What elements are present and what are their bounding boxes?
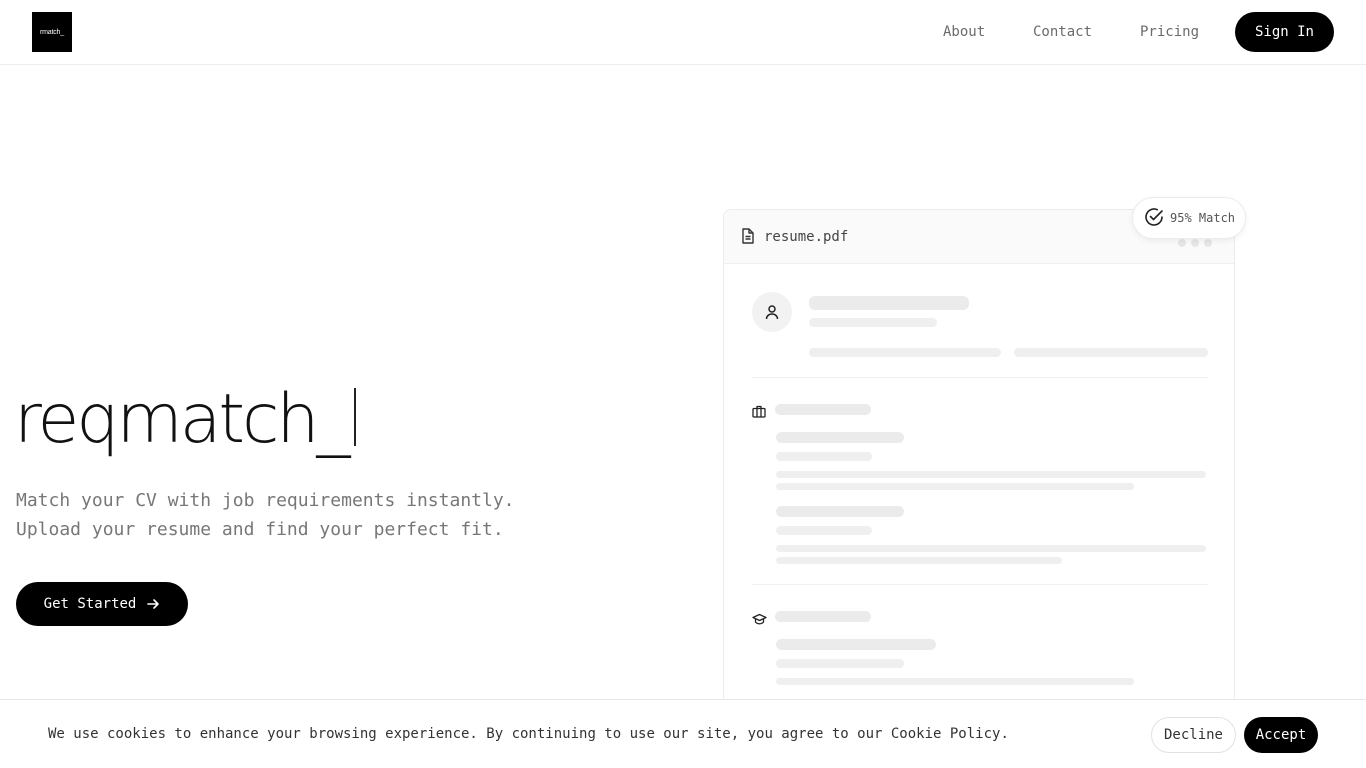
sign-in-button[interactable]: Sign In — [1235, 12, 1334, 52]
site-header: rmatch_ About Contact Pricing Sign In — [0, 0, 1366, 65]
graduation-cap-icon — [752, 610, 767, 629]
user-icon — [752, 292, 792, 332]
skeleton-job-company — [776, 526, 872, 535]
cookie-banner-text: We use cookies to enhance your browsing … — [48, 726, 1009, 742]
hero-title-text: reqmatch_ — [14, 380, 351, 459]
skeleton-school — [776, 659, 904, 668]
skeleton-section-title — [775, 611, 871, 622]
skeleton-contact — [809, 348, 1001, 357]
hero-title: reqmatch_ — [14, 378, 356, 462]
nav-pricing-link[interactable]: Pricing — [1140, 22, 1199, 42]
file-name: resume.pdf — [764, 229, 849, 245]
arrow-right-icon — [146, 597, 160, 611]
cookie-banner: We use cookies to enhance your browsing … — [0, 699, 1366, 768]
resume-preview-card: resume.pdf — [723, 209, 1235, 729]
skeleton-job-line — [776, 483, 1134, 490]
hero-subtitle-line2: Upload your resume and find your perfect… — [16, 519, 504, 540]
skeleton-role — [809, 318, 937, 327]
accept-cookies-button[interactable]: Accept — [1244, 717, 1318, 753]
typing-cursor — [353, 388, 356, 446]
briefcase-icon — [752, 403, 766, 422]
skeleton-job-company — [776, 452, 872, 461]
decline-cookies-button[interactable]: Decline — [1151, 717, 1236, 753]
get-started-label: Get Started — [43, 596, 137, 612]
skeleton-name — [809, 296, 969, 310]
nav-about-link[interactable]: About — [943, 22, 985, 42]
match-badge-label: 95% Match — [1170, 211, 1236, 225]
nav-contact-link[interactable]: Contact — [1033, 22, 1092, 42]
hero-subtitle-line1: Match your CV with job requirements inst… — [16, 490, 515, 511]
logo[interactable]: rmatch_ — [32, 12, 72, 52]
skeleton-contact — [1014, 348, 1208, 357]
skeleton-section-title — [775, 404, 871, 415]
skeleton-job-title — [776, 432, 904, 443]
file-text-icon — [741, 228, 755, 248]
skeleton-job-line — [776, 471, 1206, 478]
skeleton-job-title — [776, 506, 904, 517]
hero-subtitle: Match your CV with job requirements inst… — [16, 486, 515, 544]
get-started-button[interactable]: Get Started — [16, 582, 188, 626]
skeleton-edu-line — [776, 678, 1134, 685]
skeleton-degree — [776, 639, 936, 650]
section-divider — [752, 377, 1208, 378]
skeleton-job-line — [776, 545, 1206, 552]
section-divider — [752, 584, 1208, 585]
check-circle-icon — [1144, 207, 1164, 230]
skeleton-job-line — [776, 557, 1062, 564]
match-badge: 95% Match — [1132, 197, 1246, 239]
